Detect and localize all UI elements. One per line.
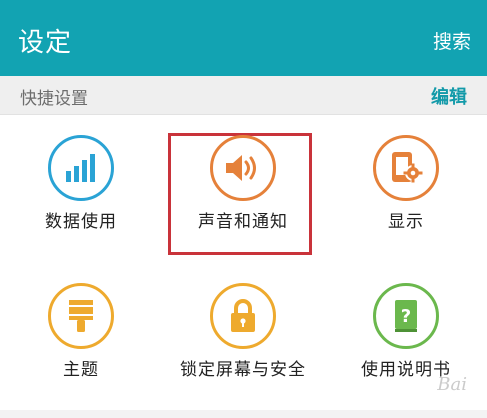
paintbrush-icon xyxy=(69,300,93,332)
lock-icon-circle xyxy=(210,283,276,349)
search-button[interactable]: 搜索 xyxy=(433,27,471,54)
quick-settings-header: 快捷设置 编辑 xyxy=(0,76,487,115)
tile-data-usage[interactable]: 数据使用 xyxy=(0,115,162,261)
tile-theme[interactable]: 主题 xyxy=(0,263,162,409)
speaker-icon xyxy=(226,155,256,181)
sound-icon-circle xyxy=(210,135,276,201)
bottom-divider xyxy=(0,410,487,418)
edit-button[interactable]: 编辑 xyxy=(431,83,467,109)
tile-label: 声音和通知 xyxy=(198,212,288,232)
app-bar: 设定 搜索 xyxy=(0,0,487,76)
tile-label: 锁定屏幕与安全 xyxy=(180,360,306,380)
help-book-icon: ? xyxy=(395,300,417,332)
tile-label: 显示 xyxy=(388,212,424,232)
tile-label: 数据使用 xyxy=(45,212,117,232)
theme-icon-circle xyxy=(48,283,114,349)
lock-icon xyxy=(231,299,255,332)
quick-settings-title: 快捷设置 xyxy=(20,89,88,109)
bar-chart-icon xyxy=(66,154,95,182)
tile-sound-notifications[interactable]: 声音和通知 xyxy=(162,115,324,261)
data-usage-icon-circle xyxy=(48,135,114,201)
quick-settings-grid: 数据使用 声音和通知 显示 主题 锁定屏幕与安全 ? 使用说明书 xyxy=(0,115,487,418)
tile-label: 主题 xyxy=(63,360,99,380)
display-settings-icon xyxy=(392,152,423,183)
page-title: 设定 xyxy=(18,28,73,58)
svg-text:?: ? xyxy=(401,306,411,327)
watermark: Bai xyxy=(437,374,467,395)
tile-lock-screen-security[interactable]: 锁定屏幕与安全 xyxy=(162,263,324,409)
display-icon-circle xyxy=(373,135,439,201)
manual-icon-circle: ? xyxy=(373,283,439,349)
tile-display[interactable]: 显示 xyxy=(325,115,487,261)
